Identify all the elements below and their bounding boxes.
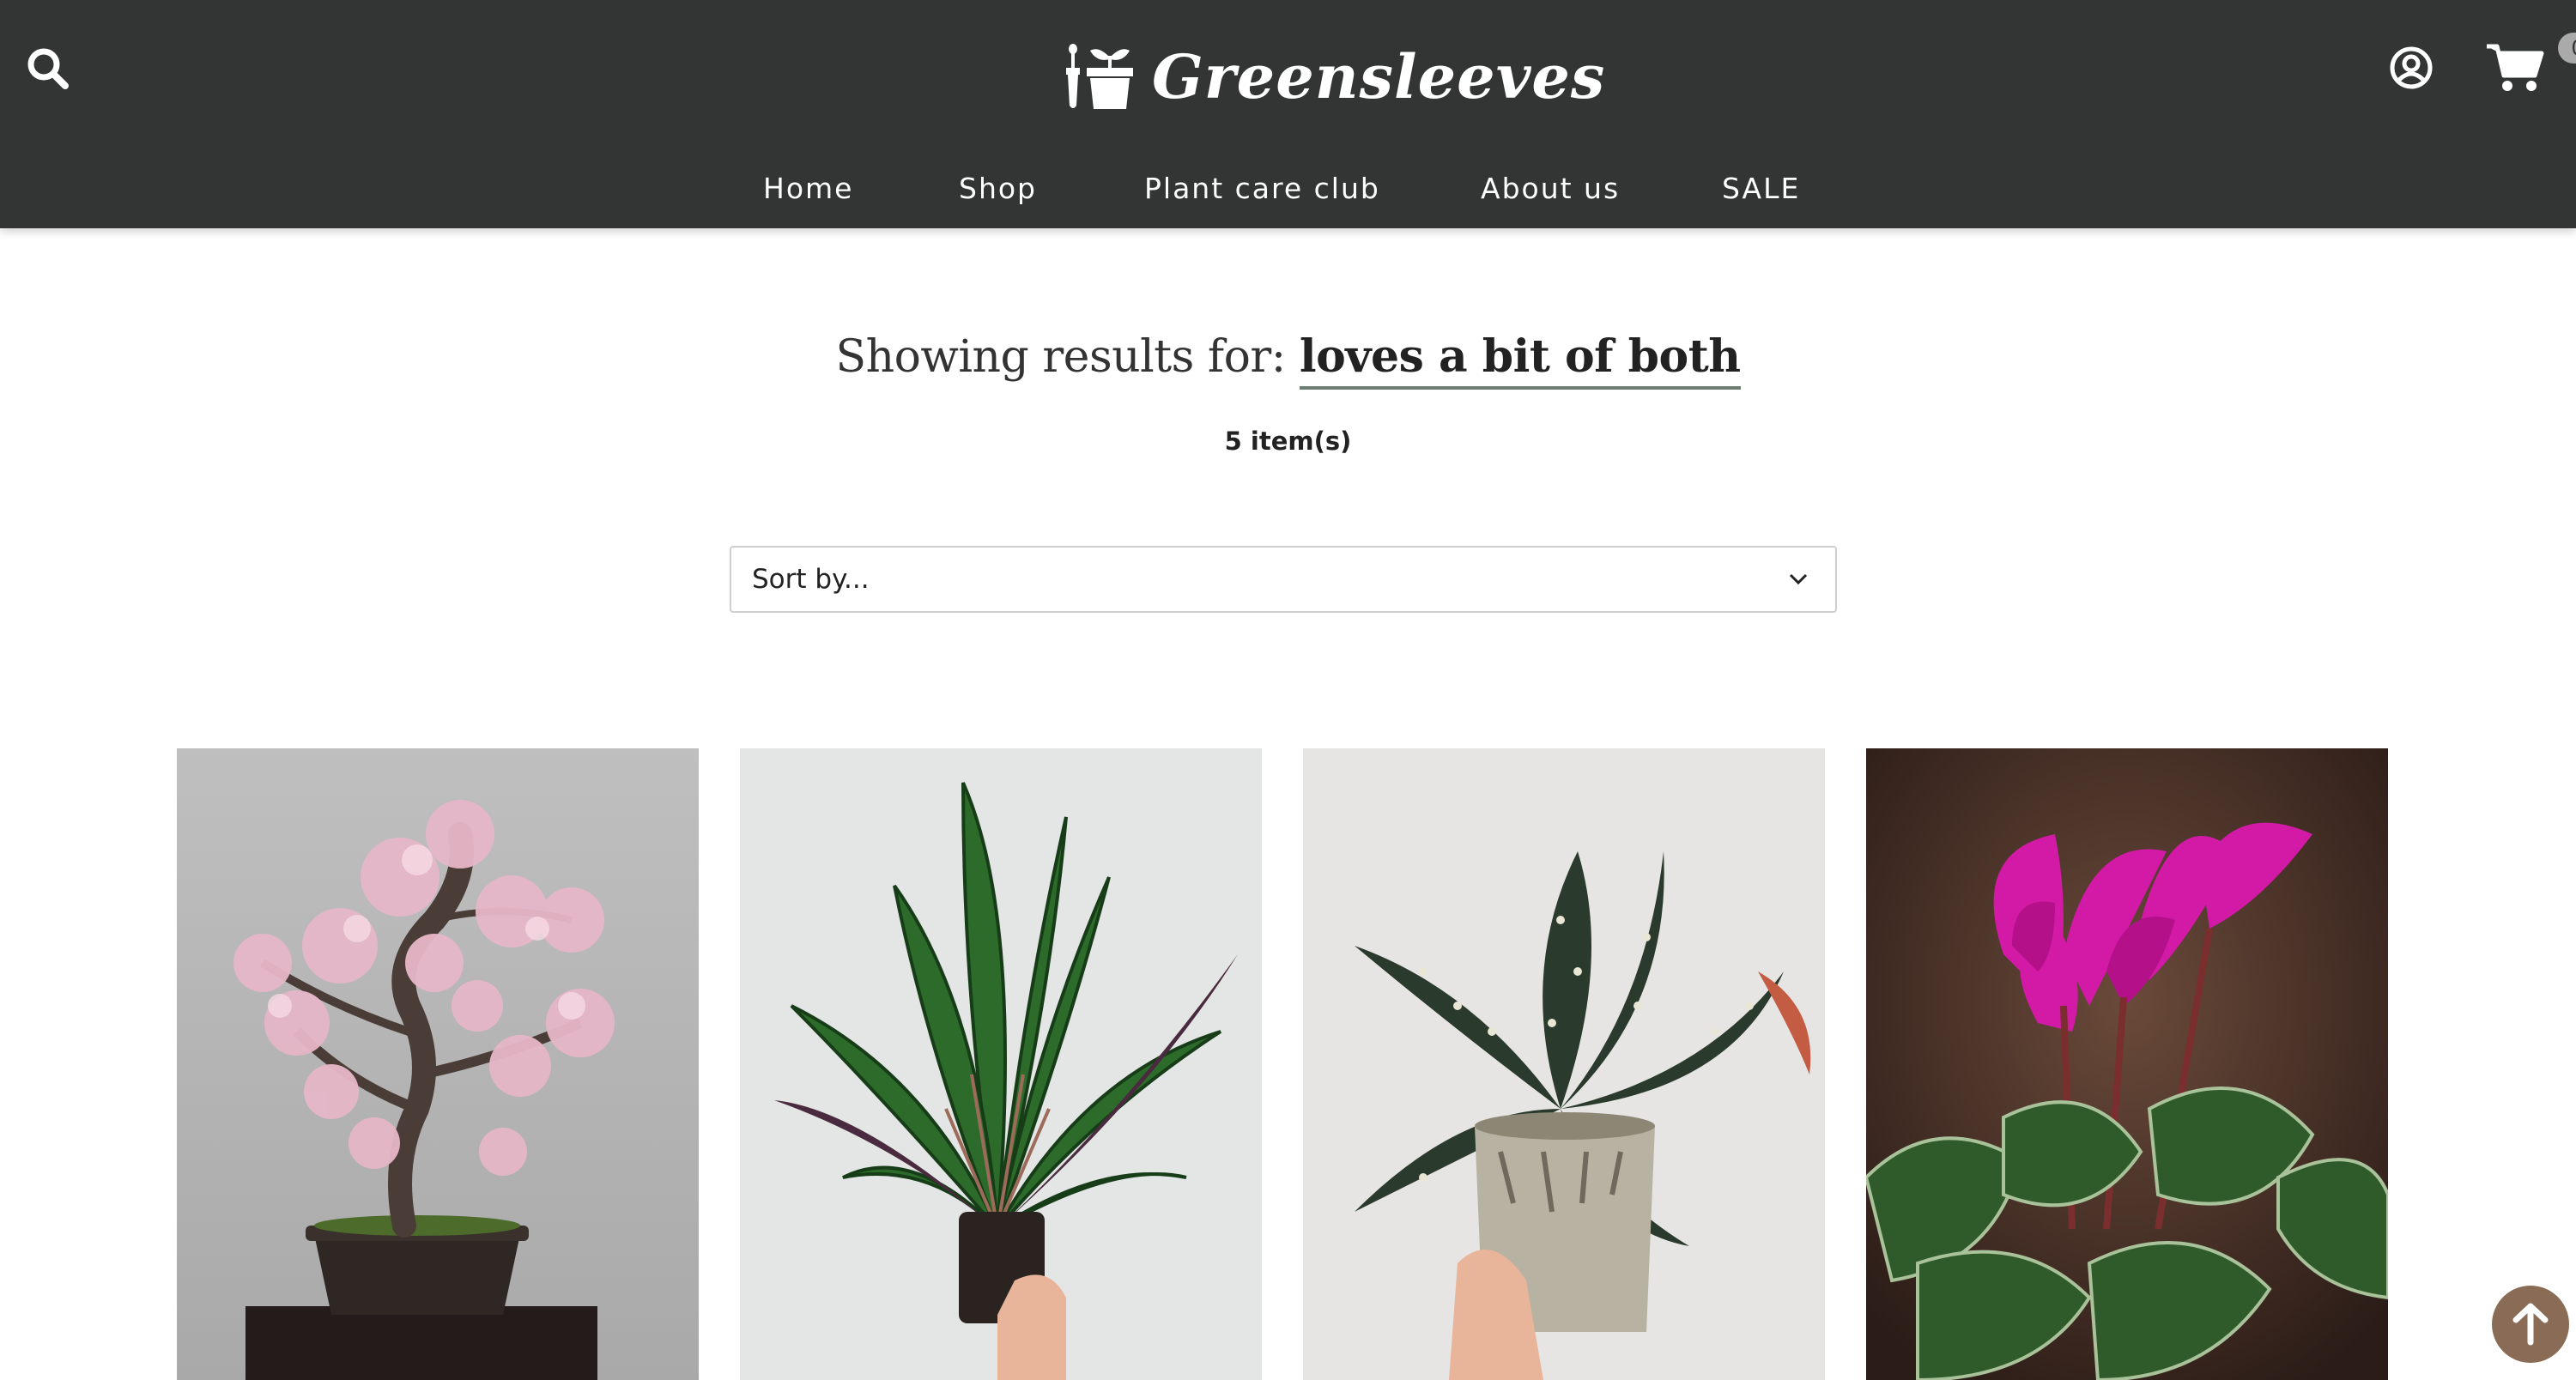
nav-item-about-us[interactable]: About us <box>1481 163 1620 215</box>
site-header: Greensleeves 0 Home Shop Plant care club… <box>0 0 2576 228</box>
arrow-up-icon <box>2512 1303 2549 1346</box>
product-card-3[interactable] <box>1303 748 1825 1380</box>
results-heading: Showing results for: loves a bit of both <box>0 330 2576 390</box>
product-card-1[interactable] <box>177 748 699 1380</box>
begonia-polka-dot-image <box>1303 748 1825 1380</box>
cart-icon[interactable] <box>2485 41 2545 94</box>
nav-item-sale[interactable]: SALE <box>1722 163 1800 215</box>
product-card-2[interactable] <box>740 748 1262 1380</box>
cart-count-badge: 0 <box>2558 33 2576 64</box>
search-icon[interactable] <box>26 46 70 91</box>
bonsai-blossom-image <box>177 748 699 1380</box>
plant-pot-icon <box>1066 44 1133 109</box>
main-nav: Home Shop Plant care club About us SALE <box>0 163 2576 215</box>
results-query: loves a bit of both <box>1299 330 1741 390</box>
calathea-plant-image <box>740 748 1262 1380</box>
results-prefix: Showing results for: <box>835 331 1286 383</box>
nav-item-plant-care-club[interactable]: Plant care club <box>1144 163 1380 215</box>
brand-logo[interactable]: Greensleeves <box>1064 34 1605 120</box>
sort-value: Sort by... <box>752 564 870 595</box>
nav-item-shop[interactable]: Shop <box>959 163 1037 215</box>
product-card-4[interactable] <box>1866 748 2388 1380</box>
cyclamen-pink-image <box>1866 748 2388 1380</box>
account-icon[interactable] <box>2389 45 2434 90</box>
chevron-down-icon <box>1789 573 1808 585</box>
results-count: 5 item(s) <box>1224 427 1352 456</box>
sort-select[interactable]: Sort by... <box>730 546 1837 613</box>
back-to-top-button[interactable] <box>2492 1286 2569 1363</box>
nav-item-home[interactable]: Home <box>763 163 853 215</box>
brand-name: Greensleeves <box>1152 41 1606 112</box>
